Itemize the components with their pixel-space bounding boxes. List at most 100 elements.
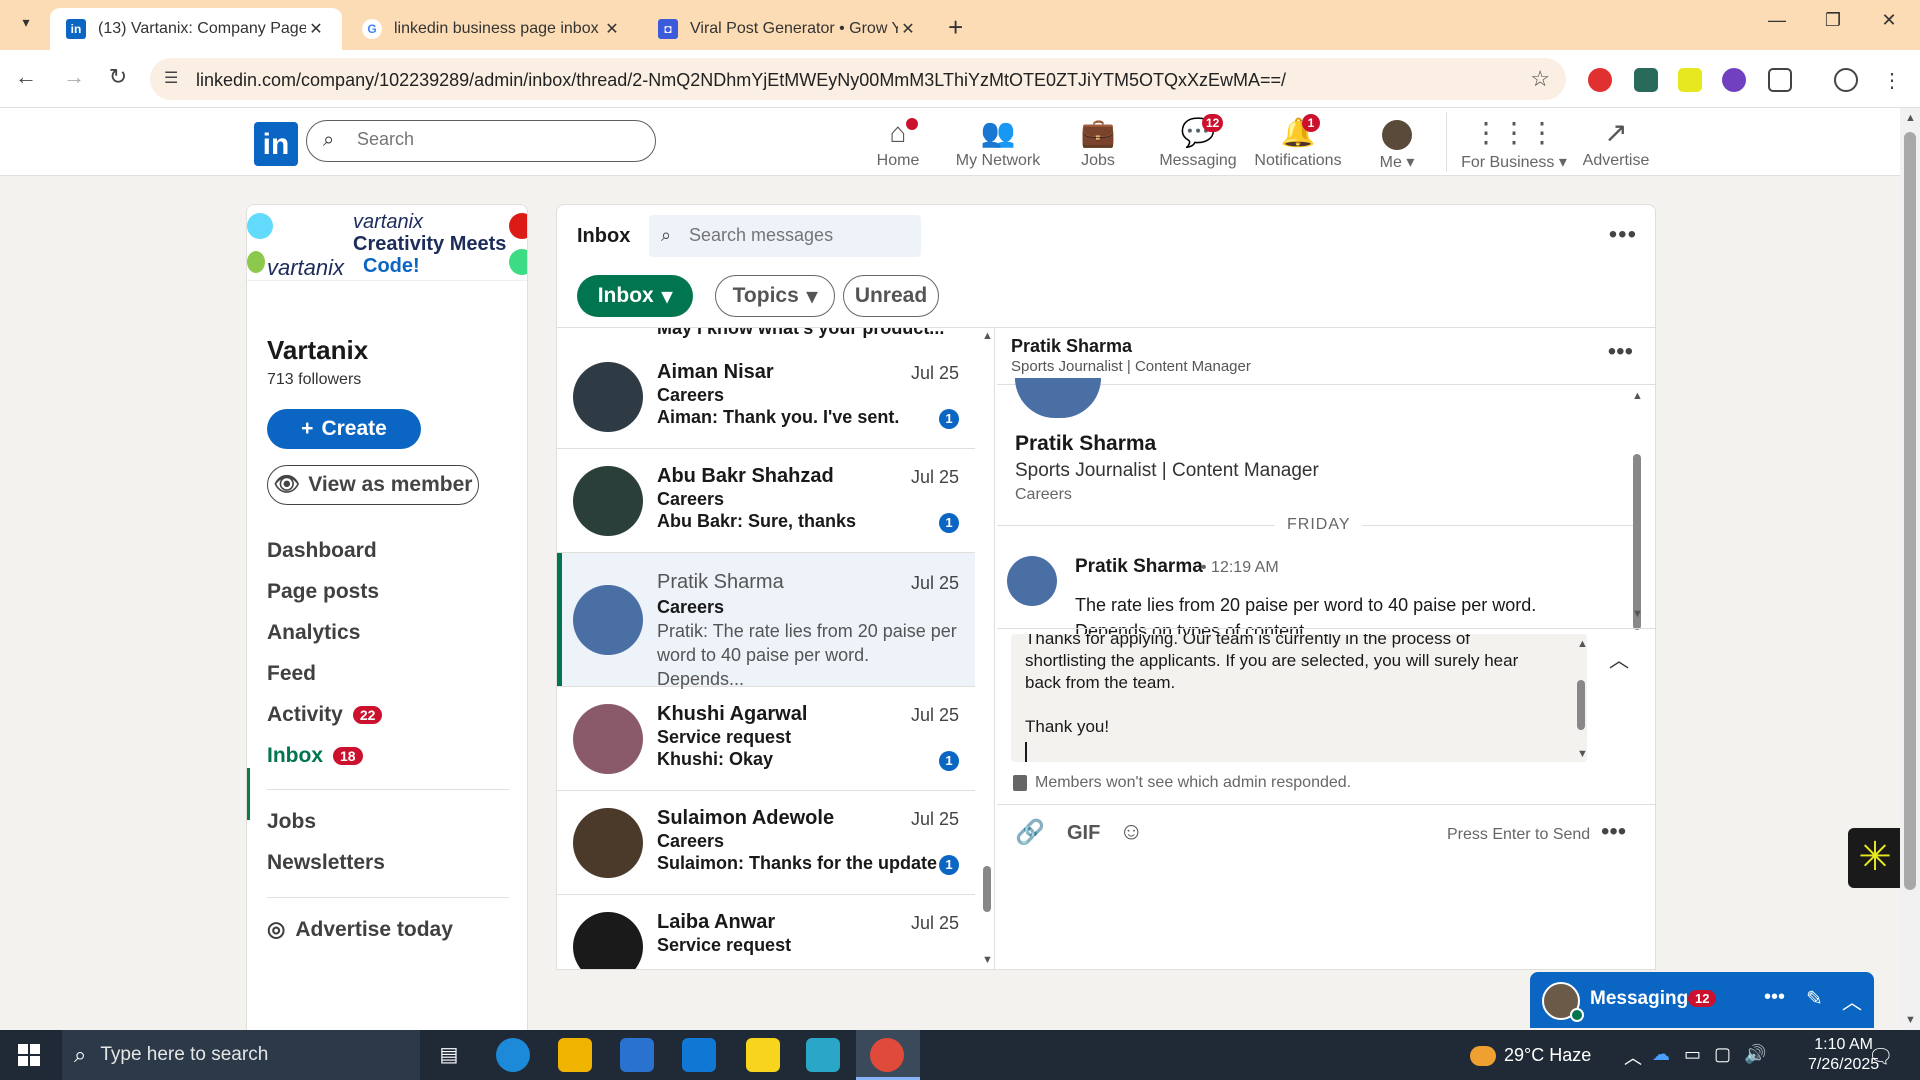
more-icon[interactable]: ••• (1764, 986, 1785, 1009)
volume-icon[interactable]: 🔊 (1744, 1044, 1766, 1065)
nav-home[interactable]: ⌂ Home (850, 116, 946, 170)
avatar[interactable] (1007, 556, 1057, 606)
scrollbar-thumb[interactable] (983, 866, 991, 912)
nav-advertise[interactable]: ↗ Advertise (1568, 116, 1664, 170)
sidebar-item-newsletters[interactable]: Newsletters (267, 851, 385, 875)
sidebar-item-activity[interactable]: Activity 22 (267, 703, 383, 727)
back-icon[interactable]: ← (10, 64, 42, 90)
scrollbar-thumb[interactable] (1633, 454, 1641, 630)
conversation-item[interactable]: Aiman Nisar Jul 25 Careers Aiman: Thank … (557, 345, 975, 449)
close-tab-icon[interactable]: ✕ (898, 19, 918, 39)
bookmark-star-icon[interactable]: ☆ (1530, 66, 1550, 92)
nav-jobs[interactable]: 💼 Jobs (1050, 116, 1146, 170)
compose-text[interactable]: Thanks for applying. Our team is current… (1025, 634, 1555, 738)
linkedin-logo-icon[interactable]: in (254, 122, 298, 166)
conversation-item[interactable]: Khushi Agarwal Jul 25 Service request Kh… (557, 687, 975, 791)
message-compose-field[interactable]: Thanks for applying. Our team is current… (1011, 634, 1587, 762)
paperclip-icon[interactable]: 🔗 (1015, 818, 1045, 847)
scroll-up-icon[interactable]: ▲ (1632, 390, 1643, 402)
message-search-input[interactable] (689, 225, 909, 246)
nav-notifications[interactable]: 🔔 1 Notifications (1250, 114, 1346, 170)
conversation-item[interactable]: Sulaimon Adewole Jul 25 Careers Sulaimon… (557, 791, 975, 895)
create-button[interactable]: + Create (267, 409, 421, 449)
file-explorer-icon[interactable] (558, 1038, 592, 1072)
site-info-icon[interactable]: ☰ (164, 68, 178, 88)
scroll-up-icon[interactable]: ▲ (982, 330, 993, 342)
profile-icon[interactable] (1834, 68, 1858, 92)
sidebar-item-jobs[interactable]: Jobs (267, 810, 316, 834)
scroll-down-icon[interactable]: ▼ (1577, 748, 1588, 760)
extension-circle-icon[interactable] (1722, 68, 1746, 92)
mail-icon[interactable] (682, 1038, 716, 1072)
app-diamond-icon[interactable] (806, 1038, 840, 1072)
page-scrollbar[interactable]: ▲ ▼ (1900, 108, 1920, 1030)
edge-icon[interactable] (496, 1038, 530, 1072)
onedrive-icon[interactable]: ☁ (1652, 1044, 1670, 1065)
filter-inbox-dropdown[interactable]: Inbox ▾ (577, 275, 693, 317)
profile-name[interactable]: Pratik Sharma (1015, 432, 1156, 456)
sidebar-item-dashboard[interactable]: Dashboard (267, 539, 377, 563)
scrollbar-thumb[interactable] (1577, 680, 1585, 730)
global-search[interactable]: ⌕ (306, 120, 656, 162)
scrollbar-thumb[interactable] (1904, 132, 1916, 890)
taskbar-search[interactable]: ⌕ Type here to search (62, 1030, 420, 1080)
thread-contact-name[interactable]: Pratik Sharma (1011, 336, 1132, 357)
extension-asterisk-icon[interactable] (1678, 68, 1702, 92)
url-text[interactable]: linkedin.com/company/102239289/admin/inb… (196, 70, 1286, 91)
chevron-up-icon[interactable]: ︿ (1842, 986, 1862, 1015)
chrome-icon[interactable] (870, 1038, 904, 1072)
scroll-down-icon[interactable]: ▼ (1905, 1014, 1916, 1026)
close-window-icon[interactable]: ✕ (1866, 10, 1912, 31)
thread-scrollbar[interactable]: ▲ ▼ (1631, 390, 1643, 630)
close-tab-icon[interactable]: ✕ (602, 19, 622, 39)
tab-google-search[interactable]: G linkedin business page inbox m ✕ (346, 8, 638, 50)
gif-button[interactable]: GIF (1067, 822, 1100, 845)
nav-messaging[interactable]: 💬 12 Messaging (1150, 114, 1246, 170)
new-tab-icon[interactable]: + (948, 12, 963, 43)
nav-my-network[interactable]: 👥 My Network (950, 116, 1046, 170)
scroll-down-icon[interactable]: ▼ (982, 954, 993, 966)
extension-pokeball-icon[interactable] (1588, 68, 1612, 92)
compose-more-icon[interactable]: ••• (1601, 818, 1626, 846)
conversation-item[interactable]: Abu Bakr Shahzad Jul 25 Careers Abu Bakr… (557, 449, 975, 553)
chevron-up-icon[interactable]: ︿ (1624, 1044, 1642, 1070)
thread-more-icon[interactable]: ••• (1608, 338, 1633, 366)
send-hint[interactable]: Press Enter to Send (1447, 826, 1590, 844)
forward-icon[interactable]: → (58, 64, 90, 90)
sidebar-item-feed[interactable]: Feed (267, 662, 316, 686)
emoji-icon[interactable]: ☺ (1119, 818, 1144, 846)
advertise-today-link[interactable]: ◎ Advertise today (267, 917, 453, 942)
view-as-member-button[interactable]: 👁 View as member (267, 465, 479, 505)
asterisk-widget-icon[interactable]: ✳ (1848, 828, 1902, 888)
minimize-icon[interactable]: — (1754, 10, 1800, 31)
sidebar-item-page-posts[interactable]: Page posts (267, 580, 379, 604)
message-sender[interactable]: Pratik Sharma (1075, 556, 1203, 578)
nav-for-business[interactable]: ⋮⋮⋮ For Business ▾ (1456, 116, 1572, 172)
sidebar-item-inbox[interactable]: Inbox 18 (267, 744, 363, 768)
tab-search-chevron-icon[interactable]: ▾ (12, 14, 40, 38)
compose-icon[interactable]: ✎ (1806, 986, 1823, 1011)
nav-me[interactable]: Me ▾ (1350, 116, 1444, 172)
extensions-puzzle-icon[interactable] (1768, 68, 1792, 92)
message-search[interactable]: ⌕ (649, 215, 921, 257)
microsoft-store-icon[interactable] (620, 1038, 654, 1072)
conversation-list-scrollbar[interactable]: ▲ ▼ (981, 328, 993, 969)
conversation-item[interactable]: Laiba Anwar Jul 25 Service request (557, 895, 975, 969)
reload-icon[interactable]: ↻ (102, 64, 134, 90)
sticky-notes-icon[interactable] (746, 1038, 780, 1072)
maximize-icon[interactable]: ❐ (1810, 10, 1856, 31)
battery-icon[interactable]: ▭ (1684, 1044, 1701, 1065)
filter-unread-button[interactable]: Unread (843, 275, 939, 317)
scroll-down-icon[interactable]: ▼ (1632, 608, 1643, 620)
chrome-menu-icon[interactable]: ⋮ (1880, 68, 1904, 92)
global-search-input[interactable] (357, 129, 637, 150)
sidebar-item-analytics[interactable]: Analytics (267, 621, 360, 645)
chevron-up-icon[interactable]: ︿ (1609, 644, 1629, 673)
omnibox[interactable]: ☰ linkedin.com/company/102239289/admin/i… (150, 58, 1566, 100)
task-view-icon[interactable]: ▤ (432, 1038, 466, 1072)
profile-avatar[interactable] (1015, 378, 1101, 418)
weather-widget[interactable]: 29°C Haze (1470, 1045, 1591, 1066)
close-tab-icon[interactable]: ✕ (306, 19, 326, 39)
scroll-up-icon[interactable]: ▲ (1905, 112, 1916, 124)
more-options-icon[interactable]: ••• (1609, 221, 1637, 249)
